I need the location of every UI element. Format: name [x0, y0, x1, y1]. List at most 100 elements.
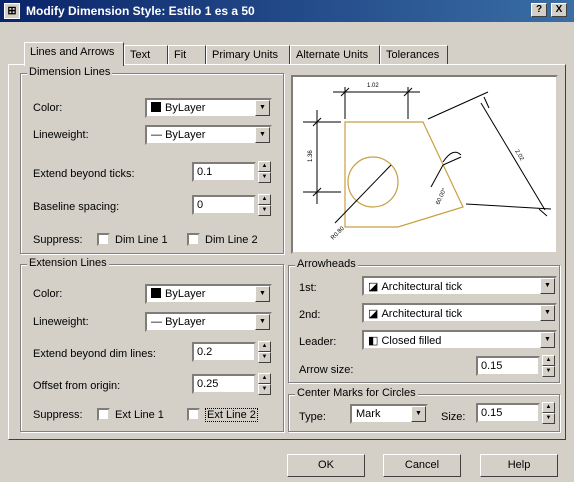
spin-down-icon[interactable]: ▼	[542, 366, 555, 377]
first-arrow-label: 1st:	[299, 282, 317, 294]
ext-color-select[interactable]: ByLayer ▼	[145, 284, 272, 304]
ext-line1-checkbox[interactable]	[97, 408, 110, 421]
dim-extend-input[interactable]: 0.1	[192, 162, 256, 182]
part-outline	[344, 121, 464, 228]
ext-suppress-label: Suppress:	[33, 409, 83, 421]
spin-up-icon[interactable]: ▲	[258, 341, 271, 352]
leader-label: Leader:	[299, 336, 337, 348]
dim-line1-label[interactable]: Dim Line 1	[115, 234, 168, 246]
dim-baseline-input[interactable]: 0	[192, 195, 256, 215]
window-title: Modify Dimension Style: Estilo 1 es a 50	[26, 4, 255, 18]
dim-baseline-label: Baseline spacing:	[33, 201, 120, 213]
group-title: Center Marks for Circles	[295, 387, 418, 399]
spin-down-icon[interactable]: ▼	[542, 413, 555, 424]
ext-extend-input[interactable]: 0.2	[192, 342, 256, 362]
center-size-spinner[interactable]: ▲ ▼	[542, 402, 555, 424]
ext-offset-spinner[interactable]: ▲ ▼	[258, 373, 271, 395]
dim-text-angle: 60.00°	[435, 187, 448, 206]
spin-down-icon[interactable]: ▼	[258, 352, 271, 363]
tab-alternate-units[interactable]: Alternate Units	[290, 45, 380, 65]
arrow-size-spinner[interactable]: ▲ ▼	[542, 355, 555, 377]
second-arrow-label: 2nd:	[299, 309, 321, 321]
second-arrow-value: Architectural tick	[381, 308, 463, 320]
help-button[interactable]: Help	[480, 454, 558, 477]
dim-baseline-spinner[interactable]: ▲ ▼	[258, 194, 271, 216]
dim-lineweight-select[interactable]: — ByLayer ▼	[145, 125, 272, 145]
dim-line2-label[interactable]: Dim Line 2	[205, 234, 258, 246]
chevron-down-icon[interactable]: ▼	[255, 314, 270, 330]
center-size-value: 0.15	[481, 407, 503, 419]
first-arrow-select[interactable]: ◪ Architectural tick ▼	[362, 276, 557, 296]
dim-line2-checkbox[interactable]	[187, 233, 200, 246]
ok-button[interactable]: OK	[287, 454, 365, 477]
preview-panel: 1.02 1.36 2.02 60.00° R0.80	[291, 75, 558, 254]
dim-color-select[interactable]: ByLayer ▼	[145, 98, 272, 118]
leader-value: Closed filled	[381, 335, 442, 347]
ext-offset-value: 0.25	[197, 378, 219, 390]
dim-line1-checkbox[interactable]	[97, 233, 110, 246]
center-size-input[interactable]: 0.15	[476, 403, 540, 423]
ext-line2-label[interactable]: Ext Line 2	[205, 408, 258, 422]
leader-select[interactable]: ◧ Closed filled ▼	[362, 330, 557, 350]
center-size-label: Size:	[441, 411, 466, 423]
tab-fit[interactable]: Fit	[168, 45, 206, 65]
tab-text[interactable]: Text	[124, 45, 168, 65]
ext-extend-spinner[interactable]: ▲ ▼	[258, 341, 271, 363]
arrow-size-input[interactable]: 0.15	[476, 356, 540, 376]
center-type-select[interactable]: Mark ▼	[350, 404, 428, 424]
cancel-button[interactable]: Cancel	[383, 454, 461, 477]
group-title: Dimension Lines	[27, 66, 113, 78]
ext-line2-checkbox[interactable]	[187, 408, 200, 421]
line-sample-icon: —	[151, 129, 166, 141]
center-type-value: Mark	[356, 408, 381, 420]
ext-lineweight-label: Lineweight:	[33, 316, 89, 328]
arrow-size-label: Arrow size:	[299, 364, 354, 376]
dim-text-top: 1.02	[367, 83, 379, 89]
tab-lines-and-arrows[interactable]: Lines and Arrows	[24, 42, 124, 66]
ext-offset-input[interactable]: 0.25	[192, 374, 256, 394]
dim-color-value: ByLayer	[165, 102, 206, 114]
spin-up-icon[interactable]: ▲	[542, 402, 555, 413]
ext-lineweight-select[interactable]: — ByLayer ▼	[145, 312, 272, 332]
spin-up-icon[interactable]: ▲	[258, 373, 271, 384]
spin-up-icon[interactable]: ▲	[258, 194, 271, 205]
chevron-down-icon[interactable]: ▼	[540, 278, 555, 294]
ext-extend-label: Extend beyond dim lines:	[33, 348, 156, 360]
spin-up-icon[interactable]: ▲	[258, 161, 271, 172]
second-arrow-select[interactable]: ◪ Architectural tick ▼	[362, 303, 557, 323]
ext-offset-label: Offset from origin:	[33, 380, 121, 392]
dim-line	[480, 102, 546, 211]
architectural-tick-icon: ◪	[368, 281, 382, 293]
dim-color-label: Color:	[33, 102, 63, 114]
dim-suppress-label: Suppress:	[33, 234, 83, 246]
chevron-down-icon[interactable]: ▼	[255, 286, 270, 302]
ext-line	[427, 91, 489, 120]
chevron-down-icon[interactable]: ▼	[411, 406, 426, 422]
tick-mark	[538, 208, 548, 217]
tab-tolerances[interactable]: Tolerances	[380, 45, 448, 65]
spin-down-icon[interactable]: ▼	[258, 205, 271, 216]
chevron-down-icon[interactable]: ▼	[540, 305, 555, 321]
ext-line1-label[interactable]: Ext Line 1	[115, 409, 164, 421]
chevron-down-icon[interactable]: ▼	[255, 100, 270, 116]
dim-extend-spinner[interactable]: ▲ ▼	[258, 161, 271, 183]
first-arrow-value: Architectural tick	[381, 281, 463, 293]
spin-down-icon[interactable]: ▼	[258, 384, 271, 395]
ext-extend-value: 0.2	[197, 346, 213, 358]
dim-extend-value: 0.1	[197, 166, 213, 178]
arrow-size-value: 0.15	[481, 360, 503, 372]
chevron-down-icon[interactable]: ▼	[255, 127, 270, 143]
spin-up-icon[interactable]: ▲	[542, 355, 555, 366]
chevron-down-icon[interactable]: ▼	[540, 332, 555, 348]
help-title-button[interactable]: ?	[531, 3, 547, 17]
dim-extend-label: Extend beyond ticks:	[33, 168, 135, 180]
tick-mark	[483, 96, 490, 109]
close-button[interactable]: X	[551, 3, 567, 17]
tab-primary-units[interactable]: Primary Units	[206, 45, 290, 65]
dim-lineweight-label: Lineweight:	[33, 129, 89, 141]
ext-lineweight-value: ByLayer	[165, 316, 206, 328]
closed-filled-arrow-icon: ◧	[368, 335, 382, 347]
group-title: Extension Lines	[27, 257, 109, 269]
center-type-label: Type:	[299, 411, 326, 423]
spin-down-icon[interactable]: ▼	[258, 172, 271, 183]
